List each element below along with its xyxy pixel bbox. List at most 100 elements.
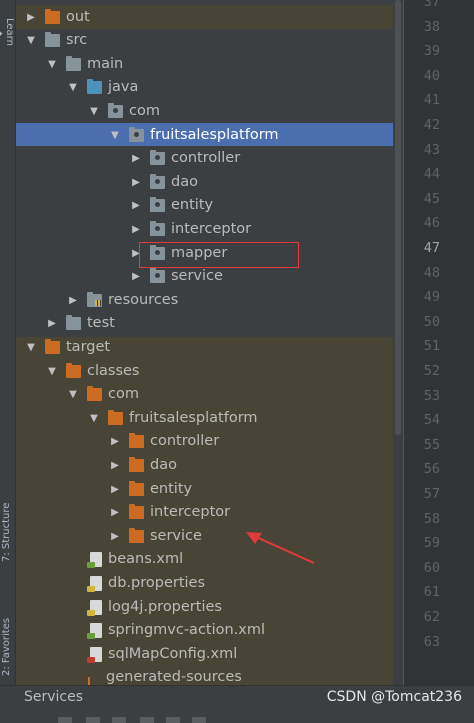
tree-row-label: entity [150, 480, 193, 497]
package-icon [150, 220, 165, 236]
tree-row[interactable]: db.properties [16, 572, 403, 595]
toolbar-button[interactable] [192, 717, 206, 723]
tree-row[interactable]: ▼ fruitsalesplatform [16, 407, 403, 430]
tree-scrollbar-thumb[interactable] [395, 0, 401, 435]
collapse-arrow-icon[interactable]: ▼ [46, 53, 58, 76]
folder-gray-icon [45, 32, 60, 48]
tree-row-label: resources [108, 291, 179, 308]
folder-orange-icon [129, 456, 144, 472]
collapse-arrow-icon[interactable]: ▼ [88, 100, 100, 123]
toolbar-button[interactable] [112, 717, 126, 723]
collapse-arrow-icon[interactable]: ▼ [25, 29, 37, 52]
tree-row[interactable]: ▼ java [16, 76, 403, 99]
collapse-arrow-icon[interactable]: ▼ [88, 407, 100, 430]
line-number: 57 [423, 486, 440, 502]
toolbar-button[interactable] [58, 717, 72, 723]
expand-arrow-icon[interactable]: ▶ [130, 171, 142, 194]
line-number: 40 [423, 67, 440, 84]
tree-row[interactable]: sqlMapConfig.xml [16, 643, 403, 666]
tree-row[interactable]: beans.xml [16, 548, 403, 571]
tree-row[interactable]: ▼ src [16, 29, 403, 52]
tree-row-label: classes [87, 362, 140, 379]
tree-row[interactable]: ▶ entity [16, 194, 403, 217]
expand-arrow-icon[interactable]: ▶ [109, 478, 121, 501]
expand-arrow-icon[interactable]: ▶ [130, 265, 142, 288]
learn-tab[interactable]: Learn ◆ [0, 6, 15, 58]
expand-arrow-icon[interactable]: ▶ [67, 289, 79, 312]
tree-row[interactable]: ▼ com [16, 383, 403, 406]
package-icon [108, 102, 123, 118]
expand-arrow-icon[interactable]: ▶ [109, 525, 121, 548]
tree-row-label: target [66, 338, 111, 355]
tree-row-label: sqlMapConfig.xml [108, 645, 238, 662]
tree-row[interactable]: ▼ com [16, 100, 403, 123]
collapse-arrow-icon[interactable]: ▼ [25, 336, 37, 359]
toolbar-button[interactable] [140, 717, 154, 723]
tree-row[interactable]: ▶ controller [16, 147, 403, 170]
expand-arrow-icon[interactable]: ▶ [130, 147, 142, 170]
expand-arrow-icon[interactable]: ▶ [130, 194, 142, 217]
tree-row[interactable]: ▼ main [16, 53, 403, 76]
collapse-arrow-icon[interactable]: ▼ [67, 383, 79, 406]
expand-arrow-icon[interactable]: ▶ [109, 430, 121, 453]
collapse-arrow-icon[interactable]: ▼ [67, 76, 79, 99]
toolbar-button[interactable] [166, 717, 180, 723]
line-number: 49 [423, 289, 440, 306]
line-number: 58 [423, 510, 440, 527]
expand-arrow-icon[interactable]: ▶ [130, 218, 142, 241]
tree-row[interactable]: ▶ entity [16, 478, 403, 501]
expand-arrow-icon[interactable]: ▶ [109, 454, 121, 477]
collapse-arrow-icon[interactable]: ▼ [109, 124, 121, 147]
tree-row[interactable]: ▼ fruitsalesplatform [16, 124, 403, 147]
expand-arrow-icon[interactable]: ▶ [46, 312, 58, 335]
properties-file-icon [87, 599, 102, 616]
folder-orange-icon [129, 433, 144, 449]
folder-orange-icon [66, 362, 81, 378]
editor-gutter: 37 38 39 40 41 42 43 44 45 46 47 48 49 50 51 52 53 54 55 56… [403, 0, 474, 685]
folder-orange-icon [87, 386, 102, 402]
tree-row-label: com [129, 102, 160, 119]
annotation-highlight-box [139, 242, 299, 268]
package-icon [129, 126, 144, 142]
line-number: 55 [423, 436, 440, 453]
tree-row[interactable]: ▼ classes [16, 360, 403, 383]
watermark: CSDN @Tomcat236 [326, 689, 462, 705]
project-tree[interactable]: ▶ out ▼ src ▼ main ▼ java ▼ com ▼ fruitsalesplatfor… [16, 0, 403, 685]
tree-row[interactable]: ▼ target [16, 336, 403, 359]
tree-row[interactable]: ▶ service [16, 525, 403, 548]
tree-row[interactable]: ▶ resources [16, 289, 403, 312]
tree-row[interactable]: springmvc-action.xml [16, 619, 403, 642]
tree-row-label: entity [171, 197, 214, 214]
tree-row[interactable]: ▶ out [16, 6, 403, 29]
tree-row[interactable]: ▶ dao [16, 171, 403, 194]
tree-row[interactable]: ▶ interceptor [16, 218, 403, 241]
favorites-tab[interactable]: 2: Favorites [1, 612, 15, 682]
tree-row[interactable]: ▶ interceptor [16, 501, 403, 524]
tree-row[interactable]: log4j.properties [16, 596, 403, 619]
tree-row-label: java [108, 79, 139, 96]
expand-arrow-icon[interactable]: ▶ [25, 6, 37, 29]
tree-row-label: fruitsalesplatform [129, 409, 258, 426]
expand-arrow-icon[interactable]: ▶ [109, 501, 121, 524]
folder-blue-icon [87, 79, 102, 95]
tree-row[interactable]: ▶ service [16, 265, 403, 288]
tree-row[interactable]: ▶ dao [16, 454, 403, 477]
line-number: 60 [423, 559, 440, 576]
line-number: 42 [423, 117, 440, 133]
tree-row[interactable]: ▶ controller [16, 430, 403, 453]
services-tab[interactable]: Services [24, 689, 83, 705]
folder-gray-icon [66, 315, 81, 331]
collapse-arrow-icon[interactable]: ▼ [46, 360, 58, 383]
tree-row[interactable]: ▶ test [16, 312, 403, 335]
toolbar-button[interactable] [86, 717, 100, 723]
tree-row-label: controller [150, 433, 220, 450]
tree-row-partial[interactable]: ▶ generated-sources [88, 669, 388, 685]
line-number: 43 [423, 141, 440, 158]
folder-orange-icon [45, 338, 60, 354]
tree-row-label: service [171, 268, 223, 285]
folder-orange-icon [129, 480, 144, 496]
tree-row-label: out [66, 8, 90, 25]
tree-row-label: springmvc-action.xml [108, 622, 266, 639]
line-number: 63 [423, 633, 440, 650]
structure-tab[interactable]: 7: Structure [1, 495, 15, 570]
